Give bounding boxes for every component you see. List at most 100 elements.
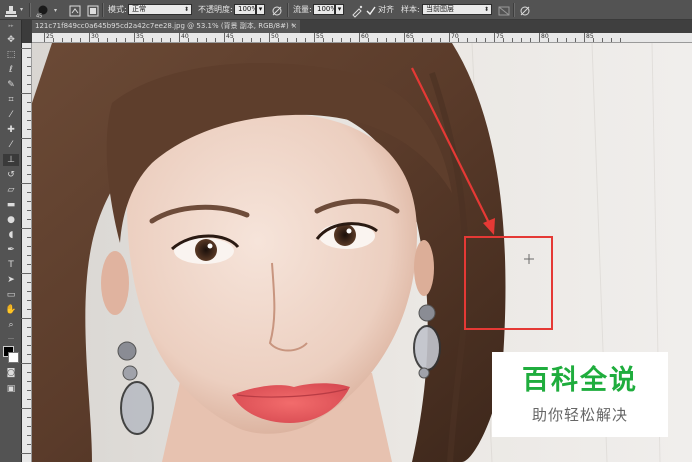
marquee-tool-icon[interactable]: ⬚: [3, 49, 19, 61]
ruler-minor-tick: [350, 38, 351, 42]
ruler-minor-tick: [27, 120, 31, 121]
screen-mode-icon[interactable]: ▣: [3, 383, 19, 395]
ruler-tick: [584, 33, 585, 42]
shape-tool-icon[interactable]: ▭: [3, 289, 19, 301]
close-icon[interactable]: ×: [291, 20, 297, 33]
opacity-input[interactable]: 100%: [234, 4, 256, 15]
brush-size-picker[interactable]: 45 ▾: [34, 3, 60, 20]
document-title: 121c71f849cc0a645b95cd2a42c7ee28.jpg @ 5…: [35, 22, 295, 30]
ruler-minor-tick: [27, 291, 31, 292]
ruler-minor-tick: [21, 93, 31, 94]
ruler-minor-tick: [27, 246, 31, 247]
airbrush-icon[interactable]: [350, 3, 364, 18]
ruler-minor-tick: [27, 192, 31, 193]
ruler-minor-tick: [278, 38, 279, 42]
dodge-tool-icon[interactable]: ◖: [3, 229, 19, 241]
ruler-minor-tick: [27, 165, 31, 166]
opacity-dropdown[interactable]: ▾: [256, 4, 265, 15]
ruler-minor-tick: [602, 38, 603, 42]
ruler-minor-tick: [332, 38, 333, 42]
document-tab-bar: 121c71f849cc0a645b95cd2a42c7ee28.jpg @ 5…: [32, 20, 692, 33]
ruler-minor-tick: [593, 38, 594, 42]
mode-select[interactable]: 正常 ⬍: [128, 4, 192, 15]
ruler-minor-tick: [27, 219, 31, 220]
watermark-badge: 百科全说 助你轻松解决: [492, 352, 668, 437]
ruler-minor-tick: [21, 138, 31, 139]
document-canvas[interactable]: 百科全说 助你轻松解决: [32, 43, 692, 462]
chevron-down-icon: ▾: [337, 5, 342, 13]
opacity-label: 不透明度:: [198, 5, 233, 14]
healing-brush-tool-icon[interactable]: ✚: [3, 124, 19, 136]
chevron-down-icon: ⬍: [183, 6, 189, 13]
pen-tool-icon[interactable]: ✒: [3, 244, 19, 256]
aligned-label: 对齐: [378, 5, 394, 14]
gradient-tool-icon[interactable]: ▬: [3, 199, 19, 211]
panel-grip-icon[interactable]: ▸▸: [3, 24, 19, 29]
ruler-minor-tick: [27, 156, 31, 157]
move-tool-icon[interactable]: ✥: [3, 34, 19, 46]
background-color-swatch[interactable]: [8, 352, 19, 363]
mode-value: 正常: [132, 5, 146, 13]
ruler-minor-tick: [27, 381, 31, 382]
ruler-minor-tick: [233, 38, 234, 42]
ruler-minor-tick: [161, 38, 162, 42]
ruler-minor-tick: [27, 282, 31, 283]
flow-value: 100%: [317, 5, 334, 13]
ruler-minor-tick: [422, 38, 423, 42]
watermark-title: 百科全说: [522, 365, 638, 396]
ruler-minor-tick: [27, 444, 31, 445]
quick-mask-icon[interactable]: ◙: [3, 367, 19, 379]
document-tab[interactable]: 121c71f849cc0a645b95cd2a42c7ee28.jpg @ 5…: [32, 20, 300, 33]
ruler-minor-tick: [27, 390, 31, 391]
ruler-minor-tick: [467, 38, 468, 42]
hand-tool-icon[interactable]: ✋: [3, 304, 19, 316]
ruler-minor-tick: [27, 426, 31, 427]
eyedropper-tool-icon[interactable]: ⁄: [3, 109, 19, 121]
pressure-size-icon[interactable]: [518, 3, 532, 17]
toggle-brush-panel-icon[interactable]: [68, 3, 82, 17]
ruler-tick: [404, 33, 405, 42]
quick-select-tool-icon[interactable]: ✎: [3, 79, 19, 91]
blur-tool-icon[interactable]: ●: [3, 214, 19, 226]
ruler-minor-tick: [27, 174, 31, 175]
ruler-minor-tick: [476, 38, 477, 42]
ignore-adjustment-layers-icon[interactable]: [497, 3, 511, 17]
ruler-minor-tick: [323, 38, 324, 42]
sample-select[interactable]: 当前图层 ⬍: [422, 4, 492, 15]
ruler-minor-tick: [368, 38, 369, 42]
lasso-tool-icon[interactable]: ℓ: [3, 64, 19, 76]
crop-tool-icon[interactable]: ⌗: [3, 94, 19, 106]
ruler-minor-tick: [27, 57, 31, 58]
ruler-minor-tick: [575, 38, 576, 42]
ruler-minor-tick: [503, 38, 504, 42]
ruler-minor-tick: [305, 38, 306, 42]
type-tool-icon[interactable]: T: [3, 259, 19, 271]
ruler-minor-tick: [170, 38, 171, 42]
flow-input[interactable]: 100%: [313, 4, 335, 15]
ruler-minor-tick: [341, 38, 342, 42]
pressure-opacity-icon[interactable]: [270, 3, 284, 17]
brush-tool-icon[interactable]: ⁄: [3, 139, 19, 151]
toggle-clone-source-icon[interactable]: [86, 3, 100, 17]
ruler-minor-tick: [566, 38, 567, 42]
ruler-minor-tick: [116, 38, 117, 42]
history-brush-tool-icon[interactable]: ↺: [3, 169, 19, 181]
mode-label: 模式:: [108, 5, 127, 14]
ruler-minor-tick: [27, 210, 31, 211]
flow-dropdown[interactable]: ▾: [335, 4, 344, 15]
zoom-tool-icon[interactable]: ⌕: [3, 319, 19, 331]
clone-stamp-preset-icon[interactable]: [4, 3, 18, 17]
ruler-minor-tick: [440, 38, 441, 42]
eraser-tool-icon[interactable]: ▱: [3, 184, 19, 196]
ruler-minor-tick: [27, 354, 31, 355]
clone-stamp-tool-icon[interactable]: ⊥: [3, 154, 19, 166]
more-tools-icon[interactable]: …: [3, 332, 19, 344]
separator: [513, 3, 515, 17]
ruler-minor-tick: [27, 417, 31, 418]
color-swatches[interactable]: [3, 346, 19, 364]
path-select-tool-icon[interactable]: ➤: [3, 274, 19, 286]
ruler-tick: [359, 33, 360, 42]
chevron-down-icon: ▾: [258, 5, 263, 13]
ruler-minor-tick: [27, 201, 31, 202]
aligned-checkbox[interactable]: [366, 3, 376, 17]
